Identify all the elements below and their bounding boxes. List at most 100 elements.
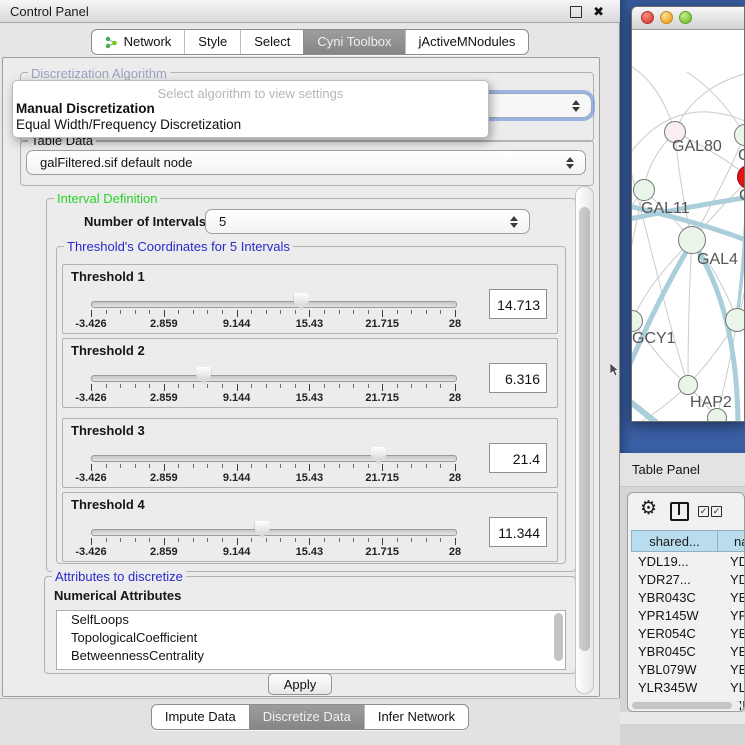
tick-label: 21.715 [365,392,399,404]
tick-label: 21.715 [365,318,399,330]
tab-discretize-data[interactable]: Discretize Data [249,705,364,729]
tab-jactivemnodules[interactable]: jActiveMNodules [405,30,529,54]
mouse-cursor [610,363,621,377]
split-columns-icon[interactable] [670,502,689,521]
column-header-name[interactable]: name [718,530,745,552]
tick-mark [309,384,310,391]
table-header-row: shared...name [631,530,745,552]
table-row[interactable]: YBR045CYBR04 [631,642,745,660]
threshold-value-field[interactable]: 14.713 [489,289,547,319]
network-node[interactable] [633,179,655,201]
attribute-list-item[interactable]: SelfLoops [57,611,565,629]
tick-mark [149,310,150,314]
tick-mark [207,384,208,388]
network-node[interactable] [678,375,698,395]
tick-mark [251,538,252,542]
attribute-list-item[interactable]: TopologicalCoefficient [57,629,565,647]
scrollbar-thumb[interactable] [579,207,590,651]
tab-impute-data[interactable]: Impute Data [152,705,249,729]
attribute-list-item[interactable]: BetweennessCentrality [57,647,565,665]
minimize-traffic-light[interactable] [660,11,673,24]
network-window-titlebar[interactable] [632,7,744,30]
tab-style[interactable]: Style [184,30,240,54]
table-row[interactable]: YLR345WYLR34 [631,678,745,696]
table-row[interactable]: YDR27...YDR27 [631,570,745,588]
table-cell: YDL19... [631,552,725,570]
tick-mark [120,310,121,314]
table-panel-body: ⚙ ✓ ✓ shared...nameYDL19...YDL19YDR27...… [620,487,745,745]
numerical-attributes-list[interactable]: SelfLoopsTopologicalCoefficientBetweenne… [56,610,566,670]
table-row[interactable]: YDL19...YDL19 [631,552,745,570]
scrollbar-thumb[interactable] [632,702,732,709]
attributes-group-label: Attributes to discretize [52,569,186,584]
threshold-slider-track[interactable] [91,301,457,308]
checkbox-icon-1[interactable]: ✓ [698,506,709,517]
network-node-label: HAP2 [690,394,732,412]
tick-mark [324,310,325,314]
table-row[interactable]: YBR043CYBR04 [631,588,745,606]
tab-network[interactable]: Network [92,30,185,54]
tab-label: jActiveMNodules [419,30,516,54]
table-cell: YBL07 [725,660,745,678]
table-row[interactable]: YER054CYER05 [631,624,745,642]
float-window-icon[interactable] [570,6,582,18]
tick-mark [164,538,165,545]
network-canvas[interactable]: GAL80GACGAL11GAL4GCY1HHAP2 [632,30,744,421]
apply-button[interactable]: Apply [268,673,332,695]
tick-mark [149,464,150,468]
tick-mark [339,310,340,314]
close-icon[interactable]: ✖ [593,2,604,22]
control-panel-scrollbar[interactable] [575,186,594,694]
number-of-intervals-label: Number of Intervals [84,214,206,229]
zoom-traffic-light[interactable] [679,11,692,24]
close-traffic-light[interactable] [641,11,654,24]
algorithm-option-equal-width-frequency-discretization[interactable]: Equal Width/Frequency Discretization [16,117,241,132]
tab-select[interactable]: Select [240,30,303,54]
network-node[interactable] [678,226,706,254]
table-cell: YDL19 [725,552,745,570]
threshold-value-field[interactable]: 11.344 [489,517,547,547]
column-header-shared[interactable]: shared... [631,530,718,552]
bottom-tab-segment: Impute DataDiscretize Data Infer Network [151,704,469,730]
tick-mark [397,464,398,468]
tick-mark [368,464,369,468]
attributes-list-scrollbar[interactable] [554,613,563,661]
tick-mark [455,384,456,391]
tick-label: 28 [449,472,461,484]
threshold-slider-track[interactable] [91,455,457,462]
tab-label: Select [254,30,290,54]
tick-label: 21.715 [365,546,399,558]
tick-mark [280,310,281,314]
threshold-slider-track[interactable] [91,529,457,536]
tick-mark [266,538,267,542]
table-horizontal-scrollbar[interactable] [631,701,741,710]
slider-ticks [91,310,455,317]
control-panel-titlebar: Control Panel ✖ [0,0,620,23]
tick-mark [411,310,412,314]
network-node[interactable] [725,308,744,332]
table-row[interactable]: YBL079WYBL07 [631,660,745,678]
tick-label: -3.426 [75,318,106,330]
threshold-value-field[interactable]: 21.4 [489,443,547,473]
threshold-value-field[interactable]: 6.316 [489,363,547,393]
tick-mark [178,464,179,468]
discretization-algorithm-group-label: Discretization Algorithm [28,66,170,81]
algorithm-placeholder-option[interactable]: Select algorithm to view settings [13,86,488,101]
tab-label: Infer Network [378,705,455,729]
number-of-intervals-spinner[interactable]: 5 [205,209,530,234]
threshold-slider-track[interactable] [91,375,457,382]
tick-mark [164,310,165,317]
table-data-combo-value: galFiltered.sif default node [40,151,192,174]
tab-cyni-toolbox[interactable]: Cyni Toolbox [303,30,404,54]
top-tab-bar: NetworkStyle Select Cyni Toolbox jActiveMNo… [0,24,620,57]
table-row[interactable]: YPR145WYPR14 [631,606,745,624]
tab-infer-network[interactable]: Infer Network [364,705,468,729]
tick-mark [106,384,107,388]
gear-icon[interactable]: ⚙ [640,498,657,520]
checkbox-icon-2[interactable]: ✓ [711,506,722,517]
tick-mark [397,384,398,388]
interval-definition-group-label: Interval Definition [54,191,160,206]
algorithm-option-manual-discretization[interactable]: Manual Discretization [16,101,155,116]
screen: Control Panel ✖ NetworkStyle Select Cyni T… [0,0,745,745]
table-data-combo[interactable]: galFiltered.sif default node [26,150,586,175]
